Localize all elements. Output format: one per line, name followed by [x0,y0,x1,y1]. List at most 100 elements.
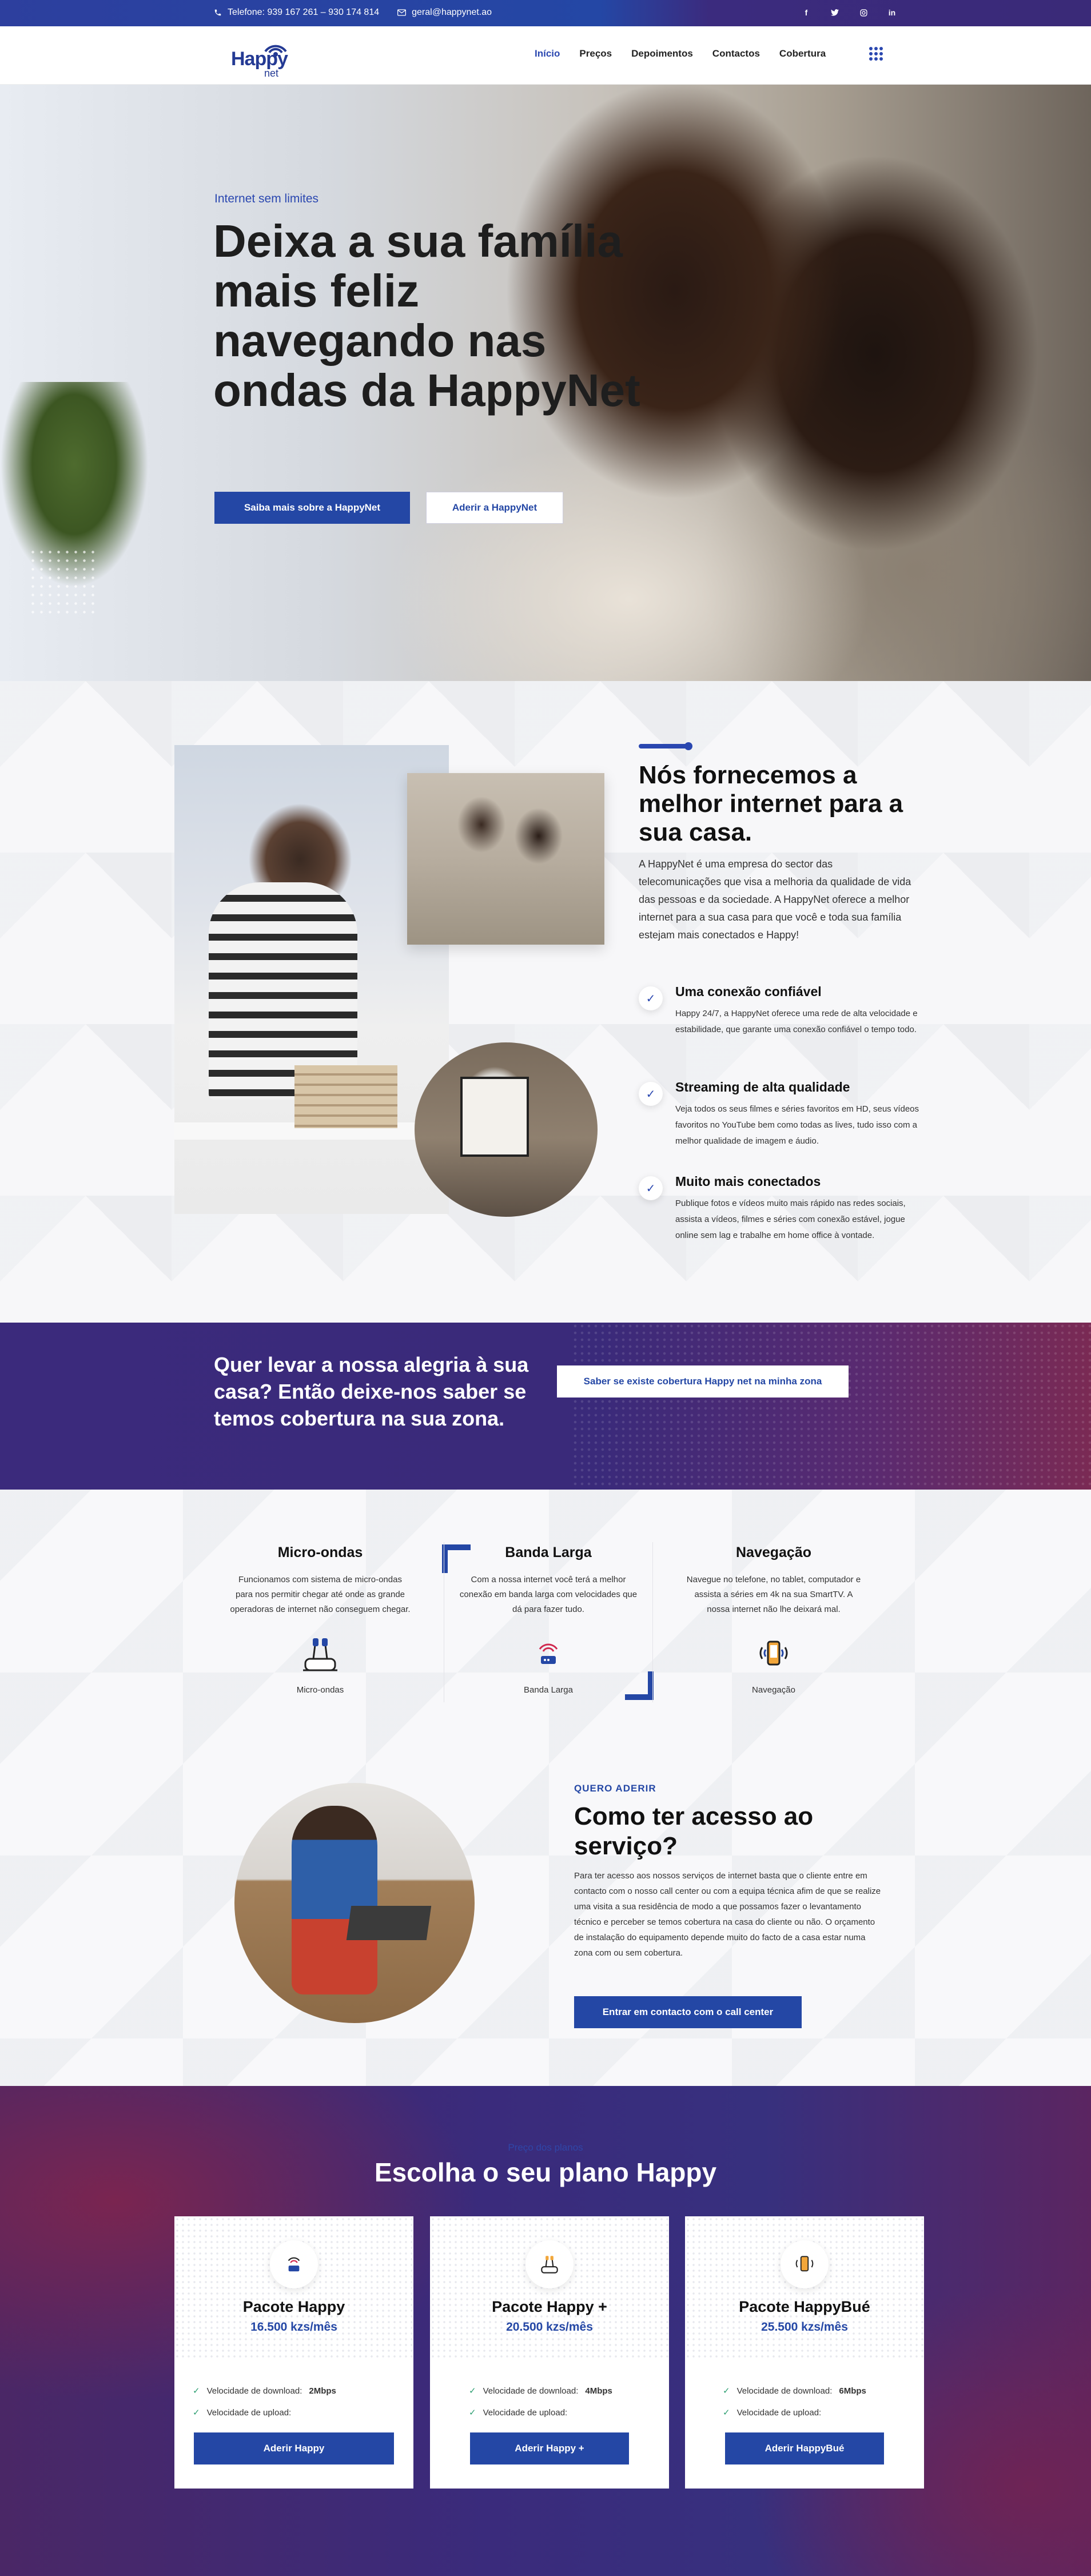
email-text: geral@happynet.ao [412,7,492,17]
contact-call-center-button[interactable]: Entrar em contacto com o call center [574,1996,802,2028]
service-text: Funcionamos com sistema de micro-ondas p… [230,1575,411,1614]
about-section: Nós fornecemos a melhor internet para a … [0,681,1091,1323]
microwave-antenna-icon [297,1631,343,1677]
hero-section: Internet sem limites Deixa a sua família… [0,85,1091,681]
feature-text: Happy 24/7, a HappyNet oferece uma rede … [675,1009,918,1034]
check-icon: ✓ [469,2408,476,2418]
join-plan-button[interactable]: Aderir Happy + [470,2432,629,2464]
access-title: Como ter acesso ao serviço? [574,1802,814,1860]
check-icon: ✓ [639,986,663,1010]
plans-section: Preço dos planos Escolha o seu plano Hap… [0,2086,1091,2576]
service-card: Micro-ondas Funcionamos com sistema de m… [220,1544,420,1695]
nav-item-depoimentos[interactable]: Depoimentos [631,48,693,59]
plan-card: Pacote Happy + 20.500 kzs/mês ✓ Velocidad… [430,2216,669,2489]
phone-text: Telefone: 939 167 261 – 930 174 814 [228,7,380,17]
instagram-icon[interactable] [858,7,869,18]
join-plan-button[interactable]: Aderir HappyBué [725,2432,884,2464]
service-title: Banda Larga [505,1544,592,1560]
service-title: Navegação [735,1544,812,1560]
service-label: Micro-ondas [296,1685,344,1695]
check-icon: ✓ [193,2386,200,2396]
hero-eyebrow: Internet sem limites [214,192,319,205]
workspace-photo [415,1042,598,1217]
service-label: Navegação [752,1685,795,1695]
router-icon [270,2240,318,2288]
social-links: f in [801,7,898,18]
antenna-icon [525,2240,574,2288]
logo-subword: net [264,67,279,79]
plan-feature: ✓ Velocidade de download: 6Mbps [723,2380,866,2402]
accent-divider [639,742,692,750]
plan-price: 20.500 kzs/mês [506,2320,593,2334]
service-label: Banda Larga [524,1685,573,1695]
nav-item-contactos[interactable]: Contactos [712,48,760,59]
dot-pattern [572,1323,1091,1490]
happynet-logo[interactable]: Happy net [229,37,292,79]
nav-item-precos[interactable]: Preços [579,48,612,59]
feature-label: Velocidade de download: [736,2386,833,2396]
feature-label: Velocidade de upload: [206,2407,292,2418]
feature-title: Streaming de alta qualidade [675,1080,850,1094]
plan-feature: ✓ Velocidade de download: 2Mbps [193,2380,336,2402]
email-contact[interactable]: geral@happynet.ao [397,7,492,18]
main-nav: Início Preços Depoimentos Contactos Cobe… [535,48,826,59]
feature-title: Muito mais conectados [675,1174,821,1189]
plan-feature: ✓ Velocidade de upload: [469,2402,612,2423]
linkedin-icon[interactable]: in [886,7,898,18]
phone-contact[interactable]: Telefone: 939 167 261 – 930 174 814 [214,7,379,18]
contact-info: Telefone: 939 167 261 – 930 174 814 gera… [214,7,492,18]
plan-features: ✓ Velocidade de download: 6Mbps ✓ Velocidad… [723,2380,866,2423]
plan-feature: ✓ Velocidade de upload: [193,2402,336,2423]
feature-text: Veja todos os seus filmes e séries favor… [675,1104,919,1146]
plan-feature: ✓ Velocidade de upload: [723,2402,866,2423]
access-text: Para ter acesso aos nossos serviços de i… [574,1871,881,1958]
service-text: Com a nossa internet você terá a melhor … [459,1575,638,1614]
plan-name: Pacote HappyBué [739,2298,870,2315]
mail-icon [397,9,407,16]
service-card: Banda Larga Com a nossa internet você te… [448,1544,648,1695]
twitter-icon[interactable] [829,7,841,18]
apps-grid-icon[interactable] [869,47,883,61]
plan-price: 25.500 kzs/mês [761,2320,848,2334]
plan-card: Pacote HappyBué 25.500 kzs/mês ✓ Velocida… [685,2216,924,2489]
nav-item-inicio[interactable]: Início [535,48,560,59]
nav-item-cobertura[interactable]: Cobertura [779,48,826,59]
download-speed: 2Mbps [309,2386,336,2396]
plan-features: ✓ Velocidade de download: 4Mbps ✓ Velocidad… [469,2380,612,2423]
check-icon: ✓ [639,1176,663,1200]
join-plan-button[interactable]: Aderir Happy [194,2432,394,2464]
signal-icon [781,2240,829,2288]
check-icon: ✓ [469,2386,476,2396]
top-bar: Telefone: 939 167 261 – 930 174 814 gera… [0,0,1091,26]
plans-title: Escolha o seu plano Happy [374,2157,717,2187]
dot-pattern [29,548,97,616]
check-icon: ✓ [639,1082,663,1106]
check-icon: ✓ [723,2408,730,2418]
join-button[interactable]: Aderir a HappyNet [426,492,563,524]
access-eyebrow: QUERO ADERIR [574,1783,656,1794]
plans-eyebrow: Preço dos planos [508,2142,583,2153]
phone-icon [214,9,221,16]
learn-more-button[interactable]: Saiba mais sobre a HappyNet [214,492,410,524]
feature-label: Velocidade de upload: [483,2407,568,2418]
logo-wordmark: Happy [231,48,288,70]
about-lead: A HappyNet é uma empresa do sector das t… [639,858,911,941]
hero-title: Deixa a sua família mais feliz navegando… [213,216,640,416]
services-section: Micro-ondas Funcionamos com sistema de m… [0,1490,1091,2086]
feature-label: Velocidade de download: [206,2386,302,2396]
divider [652,1542,653,1702]
feature-title: Uma conexão confiável [675,984,822,999]
plan-card: Pacote Happy 16.500 kzs/mês ✓ Velocidade … [174,2216,413,2489]
about-title: Nós fornecemos a melhor internet para a … [639,761,903,846]
couple-photo [407,773,604,945]
plan-name: Pacote Happy + [492,2298,607,2315]
plan-price: 16.500 kzs/mês [250,2320,337,2334]
plan-feature: ✓ Velocidade de download: 4Mbps [469,2380,612,2402]
service-title: Micro-ondas [277,1544,363,1560]
facebook-icon[interactable]: f [801,7,812,18]
site-header: Happy net Início Preços Depoimentos Cont… [0,26,1091,85]
check-coverage-button[interactable]: Saber se existe cobertura Happy net na m… [557,1365,849,1398]
plan-name: Pacote Happy [242,2298,345,2315]
coverage-cta: Quer levar a nossa alegria à sua casa? E… [0,1323,1091,1490]
feature-label: Velocidade de download: [483,2386,579,2396]
